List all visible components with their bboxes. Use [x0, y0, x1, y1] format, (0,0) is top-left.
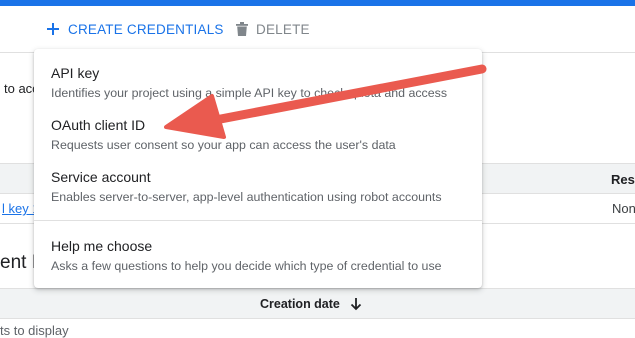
- menu-item-title: Service account: [51, 169, 151, 185]
- create-credentials-button[interactable]: CREATE CREDENTIALS: [46, 6, 224, 52]
- menu-divider: [34, 220, 482, 221]
- oauth-table-header: Creation date: [0, 288, 635, 319]
- creation-date-sort-header[interactable]: Creation date: [260, 289, 362, 318]
- api-key-restriction-value: Non: [612, 201, 635, 216]
- menu-item-description: Asks a few questions to help you decide …: [51, 259, 442, 273]
- menu-item-title: Help me choose: [51, 238, 153, 254]
- menu-item-description: Requests user consent so your app can ac…: [51, 138, 396, 152]
- empty-table-text: ts to display: [0, 323, 69, 338]
- menu-item-service-account[interactable]: Service account Enables server-to-server…: [34, 168, 482, 205]
- restrictions-column-header: Rest: [611, 172, 635, 187]
- plus-icon: [46, 22, 60, 36]
- menu-item-title: OAuth client ID: [51, 117, 146, 133]
- menu-item-oauth-client-id[interactable]: OAuth client ID Requests user consent so…: [34, 116, 482, 153]
- menu-item-description: Enables server-to-server, app-level auth…: [51, 190, 442, 204]
- create-credentials-label: CREATE CREDENTIALS: [68, 21, 224, 37]
- create-credentials-menu: API key Identifies your project using a …: [34, 49, 482, 288]
- toolbar: CREATE CREDENTIALS DELETE: [0, 6, 635, 53]
- arrow-down-icon: [350, 297, 362, 311]
- trash-icon: [236, 22, 248, 36]
- menu-item-title: API key: [51, 65, 100, 81]
- oauth-section-title: ent I: [0, 252, 37, 273]
- menu-item-api-key[interactable]: API key Identifies your project using a …: [34, 64, 482, 101]
- creation-date-label: Creation date: [260, 296, 340, 311]
- delete-button[interactable]: DELETE: [236, 6, 310, 52]
- menu-item-description: Identifies your project using a simple A…: [51, 86, 448, 100]
- delete-label: DELETE: [256, 21, 310, 37]
- menu-item-help-me-choose[interactable]: Help me choose Asks a few questions to h…: [34, 237, 482, 274]
